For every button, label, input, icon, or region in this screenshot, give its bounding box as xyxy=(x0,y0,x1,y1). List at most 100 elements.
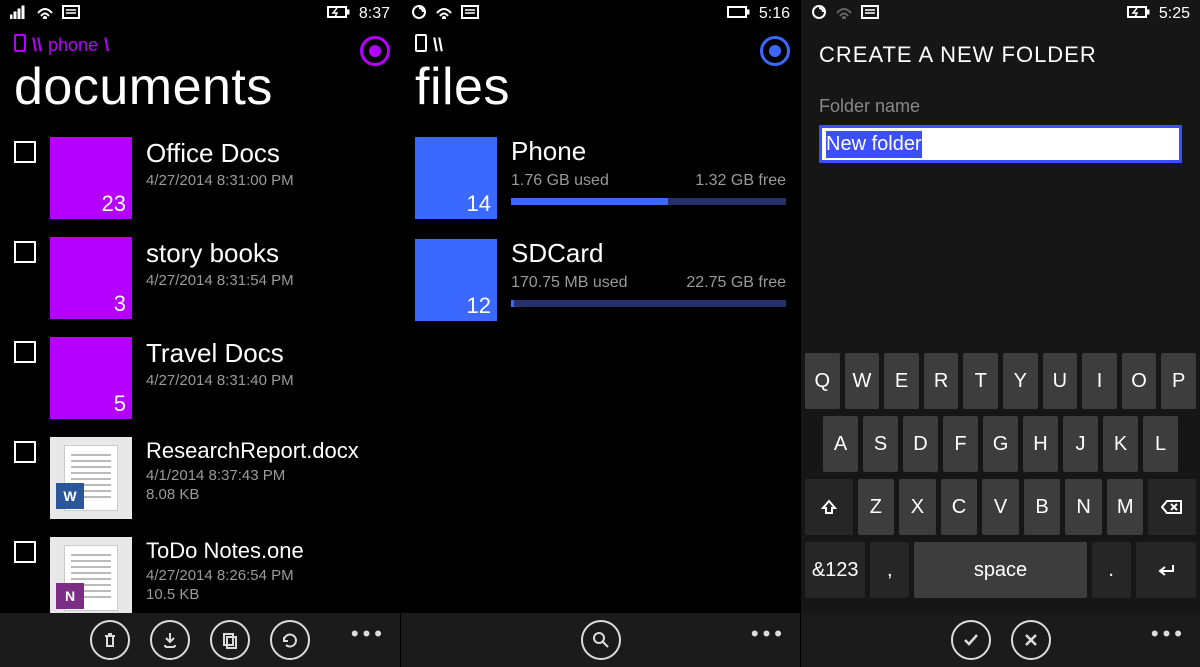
file-size: 8.08 KB xyxy=(146,486,386,503)
storage-item[interactable]: 14 Phone 1.76 GB used 1.32 GB free xyxy=(401,137,800,239)
folder-name-input[interactable]: New folder xyxy=(819,125,1182,163)
input-value: New folder xyxy=(826,131,922,158)
file-thumb[interactable]: N xyxy=(50,537,132,619)
key-row-1: Q W E R T Y U I O P xyxy=(805,353,1196,409)
breadcrumb-label: phone xyxy=(48,35,98,56)
key-x[interactable]: X xyxy=(899,479,936,535)
key-shift[interactable] xyxy=(805,479,853,535)
folder-list: 23 Office Docs 4/27/2014 8:31:00 PM 3 st… xyxy=(0,137,400,619)
copy-button[interactable] xyxy=(210,620,250,660)
key-backspace[interactable] xyxy=(1148,479,1196,535)
page-title: CREATE A NEW FOLDER xyxy=(801,28,1200,74)
page-title: files xyxy=(401,57,800,137)
folder-tile[interactable]: 3 xyxy=(50,237,132,319)
key-o[interactable]: O xyxy=(1122,353,1157,409)
message-icon xyxy=(861,5,879,24)
storage-item[interactable]: 12 SDCard 170.75 MB used 22.75 GB free xyxy=(401,239,800,341)
key-t[interactable]: T xyxy=(963,353,998,409)
screen-documents: 8:37 \\ phone \ documents 23 Office Docs… xyxy=(0,0,400,667)
folder-date: 4/27/2014 8:31:54 PM xyxy=(146,272,386,289)
wifi-icon xyxy=(36,5,54,24)
key-f[interactable]: F xyxy=(943,416,978,472)
app-bar: ••• xyxy=(801,613,1200,667)
profile-button[interactable] xyxy=(760,36,790,66)
key-u[interactable]: U xyxy=(1043,353,1078,409)
folder-date: 4/27/2014 8:31:40 PM xyxy=(146,372,386,389)
file-size: 10.5 KB xyxy=(146,586,386,603)
storage-tile[interactable]: 12 xyxy=(415,239,497,321)
status-time: 8:37 xyxy=(359,5,390,23)
folder-name: story books xyxy=(146,239,386,268)
key-g[interactable]: G xyxy=(983,416,1018,472)
key-v[interactable]: V xyxy=(982,479,1019,535)
folder-date: 4/27/2014 8:31:00 PM xyxy=(146,172,386,189)
breadcrumb[interactable]: \\ phone \ xyxy=(0,28,400,57)
checkbox[interactable] xyxy=(14,141,36,163)
key-b[interactable]: B xyxy=(1024,479,1061,535)
key-w[interactable]: W xyxy=(845,353,880,409)
status-bar: 8:37 xyxy=(0,0,400,28)
key-q[interactable]: Q xyxy=(805,353,840,409)
more-button[interactable]: ••• xyxy=(751,621,786,647)
checkbox[interactable] xyxy=(14,341,36,363)
list-item[interactable]: 3 story books 4/27/2014 8:31:54 PM xyxy=(14,237,386,319)
key-d[interactable]: D xyxy=(903,416,938,472)
folder-name: Office Docs xyxy=(146,139,386,168)
key-h[interactable]: H xyxy=(1023,416,1058,472)
list-item[interactable]: 5 Travel Docs 4/27/2014 8:31:40 PM xyxy=(14,337,386,419)
wifi-icon xyxy=(835,5,853,24)
battery-icon xyxy=(327,5,351,24)
key-s[interactable]: S xyxy=(863,416,898,472)
key-space[interactable]: space xyxy=(914,542,1087,598)
key-symbols[interactable]: &123 xyxy=(805,542,865,598)
checkbox[interactable] xyxy=(14,441,36,463)
key-z[interactable]: Z xyxy=(858,479,895,535)
storage-tile[interactable]: 14 xyxy=(415,137,497,219)
checkbox[interactable] xyxy=(14,541,36,563)
list-item[interactable]: 23 Office Docs 4/27/2014 8:31:00 PM xyxy=(14,137,386,219)
status-bar: 5:16 xyxy=(401,0,800,28)
key-e[interactable]: E xyxy=(884,353,919,409)
battery-icon xyxy=(1127,5,1151,24)
file-thumb[interactable]: W xyxy=(50,437,132,519)
key-row-3: Z X C V B N M xyxy=(805,479,1196,535)
key-enter[interactable] xyxy=(1136,542,1196,598)
folder-tile[interactable]: 23 xyxy=(50,137,132,219)
profile-button[interactable] xyxy=(360,36,390,66)
key-n[interactable]: N xyxy=(1065,479,1102,535)
storage-name: Phone xyxy=(511,137,786,166)
breadcrumb[interactable]: \\ xyxy=(401,28,800,57)
key-i[interactable]: I xyxy=(1082,353,1117,409)
storage-free: 1.32 GB free xyxy=(695,172,786,190)
key-c[interactable]: C xyxy=(941,479,978,535)
cancel-button[interactable] xyxy=(1011,620,1051,660)
list-item[interactable]: W ResearchReport.docx 4/1/2014 8:37:43 P… xyxy=(14,437,386,519)
checkbox[interactable] xyxy=(14,241,36,263)
more-button[interactable]: ••• xyxy=(1151,621,1186,647)
key-a[interactable]: A xyxy=(823,416,858,472)
search-button[interactable] xyxy=(581,620,621,660)
key-period[interactable]: . xyxy=(1092,542,1131,598)
key-row-4: &123 , space . xyxy=(805,542,1196,598)
app-bar: ••• xyxy=(0,613,400,667)
key-j[interactable]: J xyxy=(1063,416,1098,472)
sync-icon xyxy=(411,4,427,25)
status-time: 5:25 xyxy=(1159,5,1190,23)
key-comma[interactable]: , xyxy=(870,542,909,598)
key-r[interactable]: R xyxy=(924,353,959,409)
folder-tile[interactable]: 5 xyxy=(50,337,132,419)
key-y[interactable]: Y xyxy=(1003,353,1038,409)
refresh-button[interactable] xyxy=(270,620,310,660)
key-m[interactable]: M xyxy=(1107,479,1144,535)
key-p[interactable]: P xyxy=(1161,353,1196,409)
message-icon xyxy=(62,5,80,24)
file-name: ToDo Notes.one xyxy=(146,539,386,563)
download-button[interactable] xyxy=(150,620,190,660)
more-button[interactable]: ••• xyxy=(351,621,386,647)
key-k[interactable]: K xyxy=(1103,416,1138,472)
list-item[interactable]: N ToDo Notes.one 4/27/2014 8:26:54 PM 10… xyxy=(14,537,386,619)
key-l[interactable]: L xyxy=(1143,416,1178,472)
delete-button[interactable] xyxy=(90,620,130,660)
ok-button[interactable] xyxy=(951,620,991,660)
app-bar: ••• xyxy=(401,613,800,667)
